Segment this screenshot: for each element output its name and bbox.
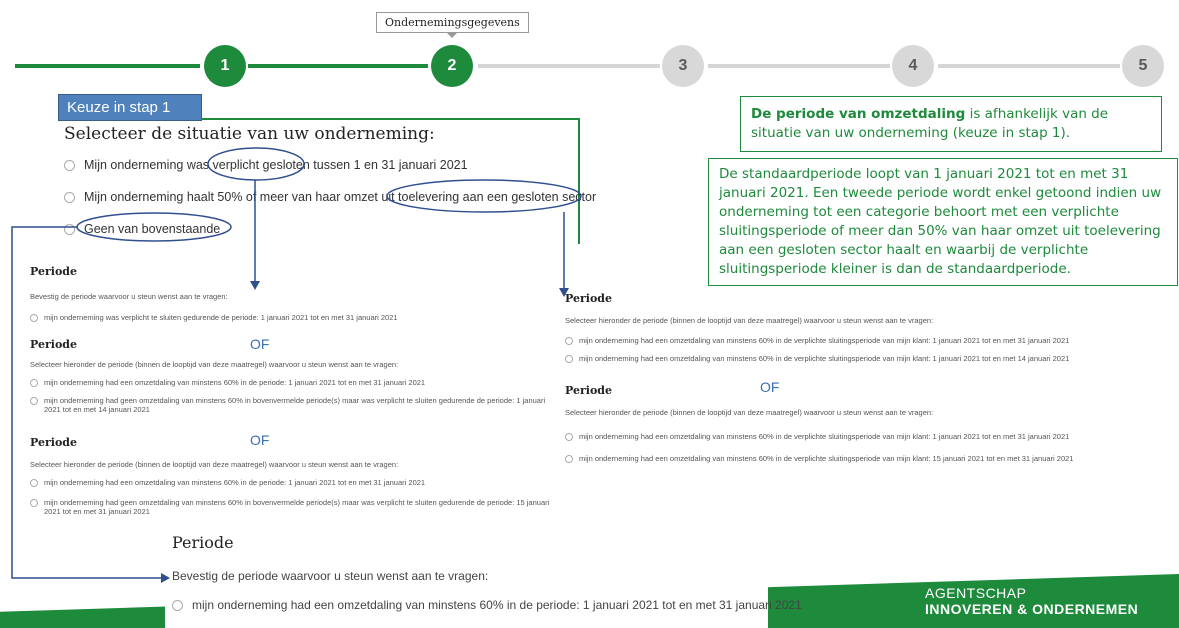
annotation-layer [11,147,582,583]
arrow-head-2 [559,288,569,297]
arrow-head-1 [250,281,260,290]
arrow-line-3 [11,226,165,579]
ellipse-verplicht-gesloten [207,147,305,181]
arrow-head-3 [161,573,170,583]
ellipse-toelevering [386,179,582,213]
ellipse-geen [76,212,232,242]
